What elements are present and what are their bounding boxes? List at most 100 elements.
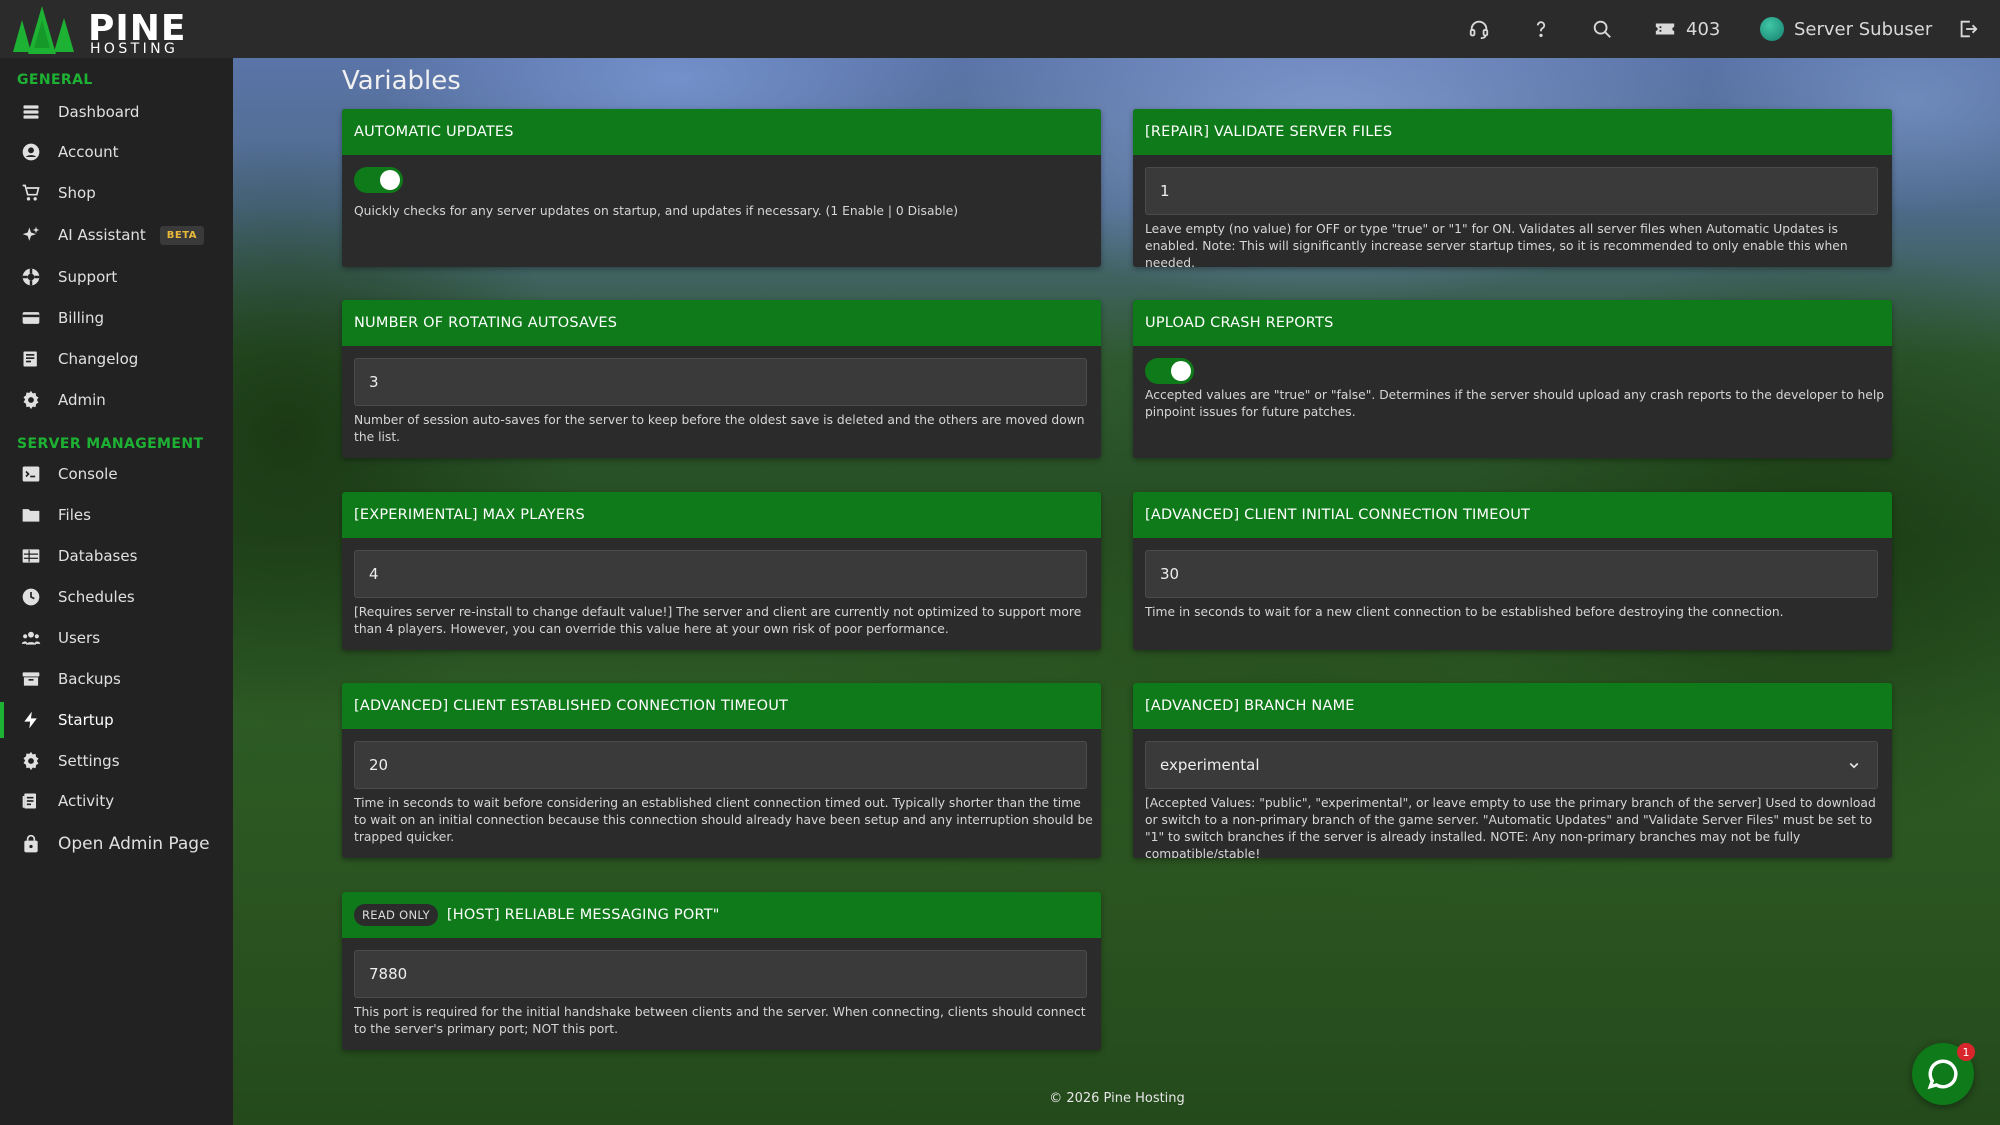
gear-icon bbox=[21, 390, 41, 410]
variable-card-automatic-updates: AUTOMATIC UPDATES Quickly checks for any… bbox=[342, 109, 1101, 267]
sidebar-item-account[interactable]: Account bbox=[0, 134, 233, 170]
card-description: Time in seconds to wait for a new client… bbox=[1145, 605, 1784, 619]
sidebar-item-label: Support bbox=[58, 268, 118, 286]
changelog-icon bbox=[21, 349, 41, 369]
search-icon bbox=[1593, 20, 1611, 38]
variable-card-max-players: [EXPERIMENTAL] MAX PLAYERS 4 [Requires s… bbox=[342, 492, 1101, 650]
sidebar-item-ai-assistant[interactable]: AI Assistant BETA bbox=[0, 217, 233, 253]
variable-card-upload-crash-reports: UPLOAD CRASH REPORTS Accepted values are… bbox=[1133, 300, 1892, 458]
support-headset-button[interactable] bbox=[1468, 0, 1490, 58]
read-only-badge: READ ONLY bbox=[354, 904, 438, 926]
chevron-down-icon bbox=[1849, 762, 1859, 769]
sidebar-item-label: Schedules bbox=[58, 588, 135, 606]
brand-logo[interactable]: PINE HOSTING bbox=[12, 4, 186, 57]
top-bar: PINE HOSTING 403 Server Subuser bbox=[0, 0, 2000, 58]
sidebar-item-label: Databases bbox=[58, 547, 138, 565]
sidebar-item-label: Backups bbox=[58, 670, 121, 688]
chat-bubble-icon bbox=[1927, 1059, 1958, 1090]
sidebar-item-shop[interactable]: Shop bbox=[0, 175, 233, 211]
sidebar: GENERAL Dashboard Account Shop AI Assist… bbox=[0, 58, 233, 1125]
sidebar-item-schedules[interactable]: Schedules bbox=[0, 579, 233, 615]
toggle-knob bbox=[1171, 361, 1191, 381]
sidebar-item-support[interactable]: Support bbox=[0, 259, 233, 295]
upload-crash-reports-toggle[interactable] bbox=[1145, 358, 1194, 384]
pine-trees-icon bbox=[13, 6, 74, 54]
validate-server-files-input[interactable]: 1 bbox=[1145, 167, 1878, 215]
table-icon bbox=[21, 546, 41, 566]
sidebar-item-label: Changelog bbox=[58, 350, 139, 368]
sidebar-item-label: Users bbox=[58, 629, 101, 647]
chat-unread-badge: 1 bbox=[1957, 1043, 1975, 1061]
card-description: Time in seconds to wait before consideri… bbox=[354, 796, 1093, 844]
sidebar-item-label: Dashboard bbox=[58, 103, 140, 121]
sidebar-item-label: Admin bbox=[58, 391, 106, 409]
credits-display[interactable]: 403 bbox=[1654, 0, 1720, 58]
support-icon bbox=[21, 267, 41, 287]
terminal-icon bbox=[21, 464, 41, 484]
rotating-autosaves-input[interactable]: 3 bbox=[354, 358, 1087, 406]
card-description: Number of session auto-saves for the ser… bbox=[354, 413, 1085, 444]
credits-count: 403 bbox=[1686, 18, 1721, 40]
sidebar-item-backups[interactable]: Backups bbox=[0, 661, 233, 697]
card-description: Quickly checks for any server updates on… bbox=[354, 204, 959, 218]
card-description: This port is required for the initial ha… bbox=[354, 1005, 1086, 1036]
sidebar-item-label: Account bbox=[58, 143, 119, 161]
user-name: Server Subuser bbox=[1794, 18, 1933, 40]
sidebar-item-settings[interactable]: Settings bbox=[0, 743, 233, 779]
bag-icon bbox=[21, 834, 41, 854]
automatic-updates-toggle[interactable] bbox=[354, 167, 403, 193]
variable-card-initial-connection-timeout: [ADVANCED] CLIENT INITIAL CONNECTION TIM… bbox=[1133, 492, 1892, 650]
sidebar-item-label: Activity bbox=[58, 792, 115, 810]
folder-icon bbox=[21, 505, 41, 525]
card-title: [EXPERIMENTAL] MAX PLAYERS bbox=[342, 492, 1101, 538]
sparkle-icon bbox=[21, 225, 41, 245]
sidebar-item-admin[interactable]: Admin bbox=[0, 382, 233, 418]
card-title: NUMBER OF ROTATING AUTOSAVES bbox=[342, 300, 1101, 346]
card-title: UPLOAD CRASH REPORTS bbox=[1133, 300, 1892, 346]
sidebar-item-users[interactable]: Users bbox=[0, 620, 233, 656]
footer-copyright: © 2026 Pine Hosting bbox=[1049, 1091, 1185, 1106]
sidebar-item-open-admin[interactable]: Open Admin Page bbox=[0, 826, 233, 862]
sidebar-item-startup[interactable]: Startup bbox=[0, 702, 233, 738]
logout-icon bbox=[1960, 20, 1978, 38]
sidebar-item-label: Startup bbox=[58, 711, 114, 729]
ticket-icon bbox=[1655, 23, 1675, 35]
user-menu[interactable]: Server Subuser bbox=[1760, 0, 1932, 58]
billing-icon bbox=[21, 308, 41, 328]
sidebar-item-activity[interactable]: Activity bbox=[0, 783, 233, 819]
branch-name-selected-value: experimental bbox=[1160, 756, 1260, 774]
card-description: [Accepted Values: "public", "experimenta… bbox=[1145, 796, 1876, 858]
reliable-messaging-port-input: 7880 bbox=[354, 950, 1087, 998]
help-button[interactable] bbox=[1530, 0, 1552, 58]
sidebar-item-dashboard[interactable]: Dashboard bbox=[0, 94, 233, 130]
branch-name-select[interactable]: experimental bbox=[1145, 741, 1878, 789]
max-players-input[interactable]: 4 bbox=[354, 550, 1087, 598]
sidebar-item-label: Billing bbox=[58, 309, 104, 327]
sidebar-item-label: Open Admin Page bbox=[58, 834, 210, 854]
card-header: READ ONLY [HOST] RELIABLE MESSAGING PORT… bbox=[342, 892, 1101, 938]
users-icon bbox=[21, 628, 41, 648]
sidebar-item-databases[interactable]: Databases bbox=[0, 538, 233, 574]
initial-connection-timeout-input[interactable]: 30 bbox=[1145, 550, 1878, 598]
clock-icon bbox=[21, 587, 41, 607]
sidebar-item-console[interactable]: Console bbox=[0, 456, 233, 492]
archive-icon bbox=[21, 669, 41, 689]
card-title: [ADVANCED] CLIENT ESTABLISHED CONNECTION… bbox=[342, 683, 1101, 729]
sidebar-item-label: Settings bbox=[58, 752, 120, 770]
established-connection-timeout-input[interactable]: 20 bbox=[354, 741, 1087, 789]
search-button[interactable] bbox=[1591, 0, 1613, 58]
sidebar-item-files[interactable]: Files bbox=[0, 497, 233, 533]
card-title: [HOST] RELIABLE MESSAGING PORT" bbox=[446, 907, 720, 923]
card-description: Accepted values are "true" or "false". D… bbox=[1145, 388, 1885, 419]
beta-badge: BETA bbox=[159, 225, 205, 245]
account-icon bbox=[21, 142, 41, 162]
variable-card-validate-server-files: [REPAIR] VALIDATE SERVER FILES 1 Leave e… bbox=[1133, 109, 1892, 267]
sidebar-item-changelog[interactable]: Changelog bbox=[0, 341, 233, 377]
card-description: Leave empty (no value) for OFF or type "… bbox=[1145, 222, 1848, 267]
question-icon bbox=[1536, 21, 1546, 38]
variable-card-reliable-messaging-port: READ ONLY [HOST] RELIABLE MESSAGING PORT… bbox=[342, 892, 1101, 1050]
card-title: AUTOMATIC UPDATES bbox=[342, 109, 1101, 155]
logout-button[interactable] bbox=[1957, 0, 1979, 58]
sidebar-item-label: AI Assistant bbox=[58, 226, 146, 244]
sidebar-item-billing[interactable]: Billing bbox=[0, 300, 233, 336]
